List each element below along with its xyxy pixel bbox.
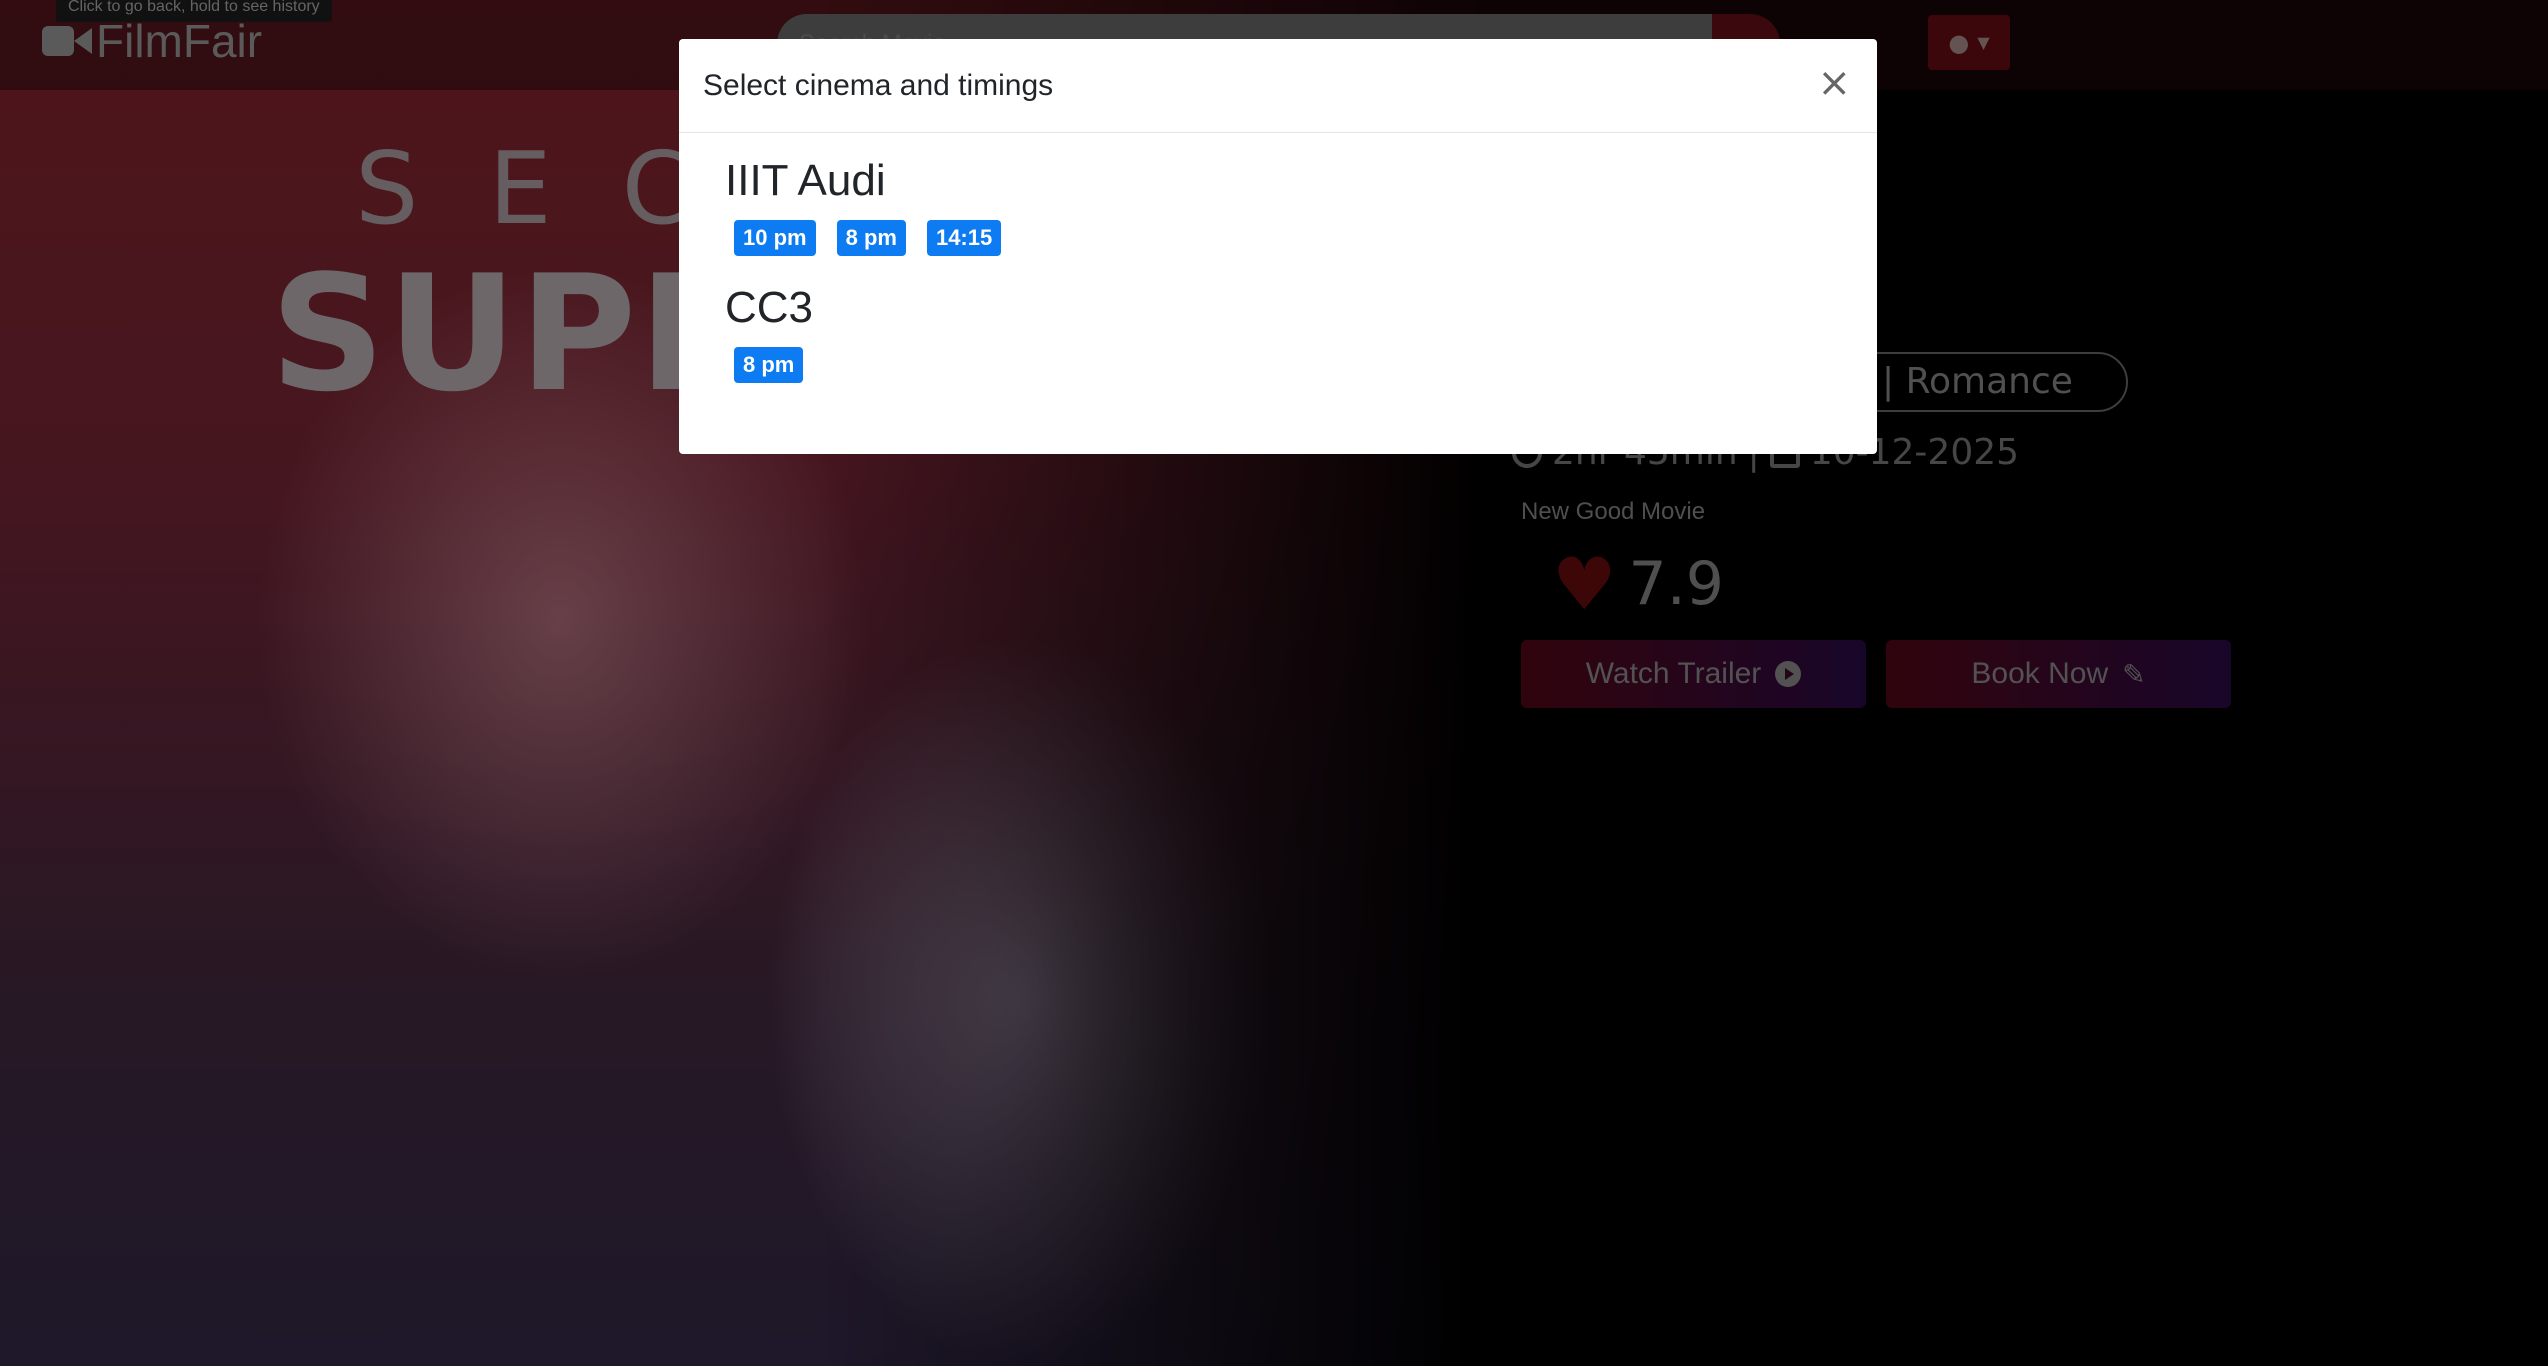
cinema-item: CC3 8 pm	[725, 282, 1831, 384]
timing-badge[interactable]: 10 pm	[734, 219, 816, 257]
modal-title: Select cinema and timings	[703, 68, 1054, 102]
cinema-selection-modal: Select cinema and timings × IIIT Audi 10…	[679, 39, 1877, 454]
timings-list: 10 pm 8 pm 14:15	[725, 219, 1831, 257]
close-icon[interactable]: ×	[1817, 63, 1851, 103]
timing-badge[interactable]: 8 pm	[836, 219, 906, 257]
cinema-item: IIIT Audi 10 pm 8 pm 14:15	[725, 155, 1831, 257]
timing-badge[interactable]: 14:15	[926, 219, 1002, 257]
timings-list: 8 pm	[725, 346, 1831, 384]
cinema-name: IIIT Audi	[725, 156, 886, 205]
timing-badge[interactable]: 8 pm	[734, 346, 804, 384]
cinema-name: CC3	[725, 283, 814, 333]
modal-body: IIIT Audi 10 pm 8 pm 14:15 CC3 8 pm	[679, 133, 1877, 431]
modal-header: Select cinema and timings ×	[679, 39, 1877, 133]
